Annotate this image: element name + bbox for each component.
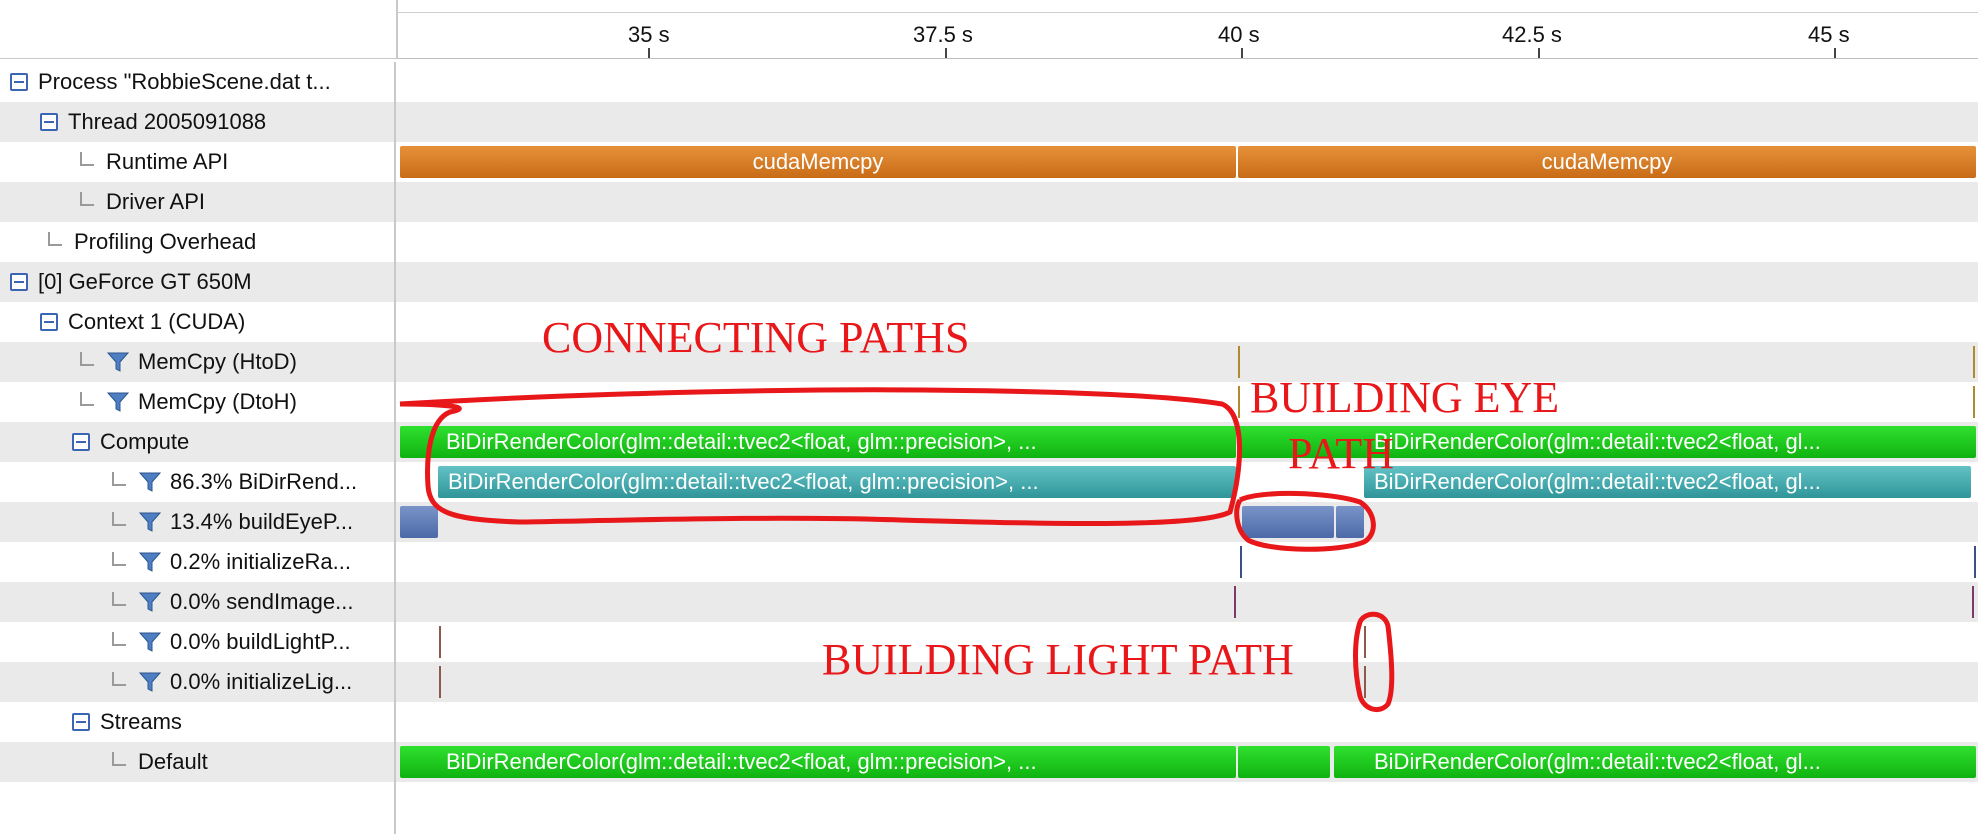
annotation-path: PATH [1288, 429, 1394, 478]
connecting-paths-circle [399, 387, 1242, 527]
annotation-building-light-path: BUILDING LIGHT PATH [822, 635, 1294, 684]
building-eye-path-circle [1234, 490, 1376, 552]
annotation-overlay [399, 387, 1395, 713]
annotation-connecting-paths: CONNECTING PATHS [542, 313, 970, 362]
profiler-window: 35 s 37.5 s 40 s 42.5 s 45 s Process "Ro… [0, 0, 1978, 834]
building-light-path-circle [1353, 611, 1395, 713]
annotation-building-eye: BUILDING EYE [1250, 373, 1560, 422]
